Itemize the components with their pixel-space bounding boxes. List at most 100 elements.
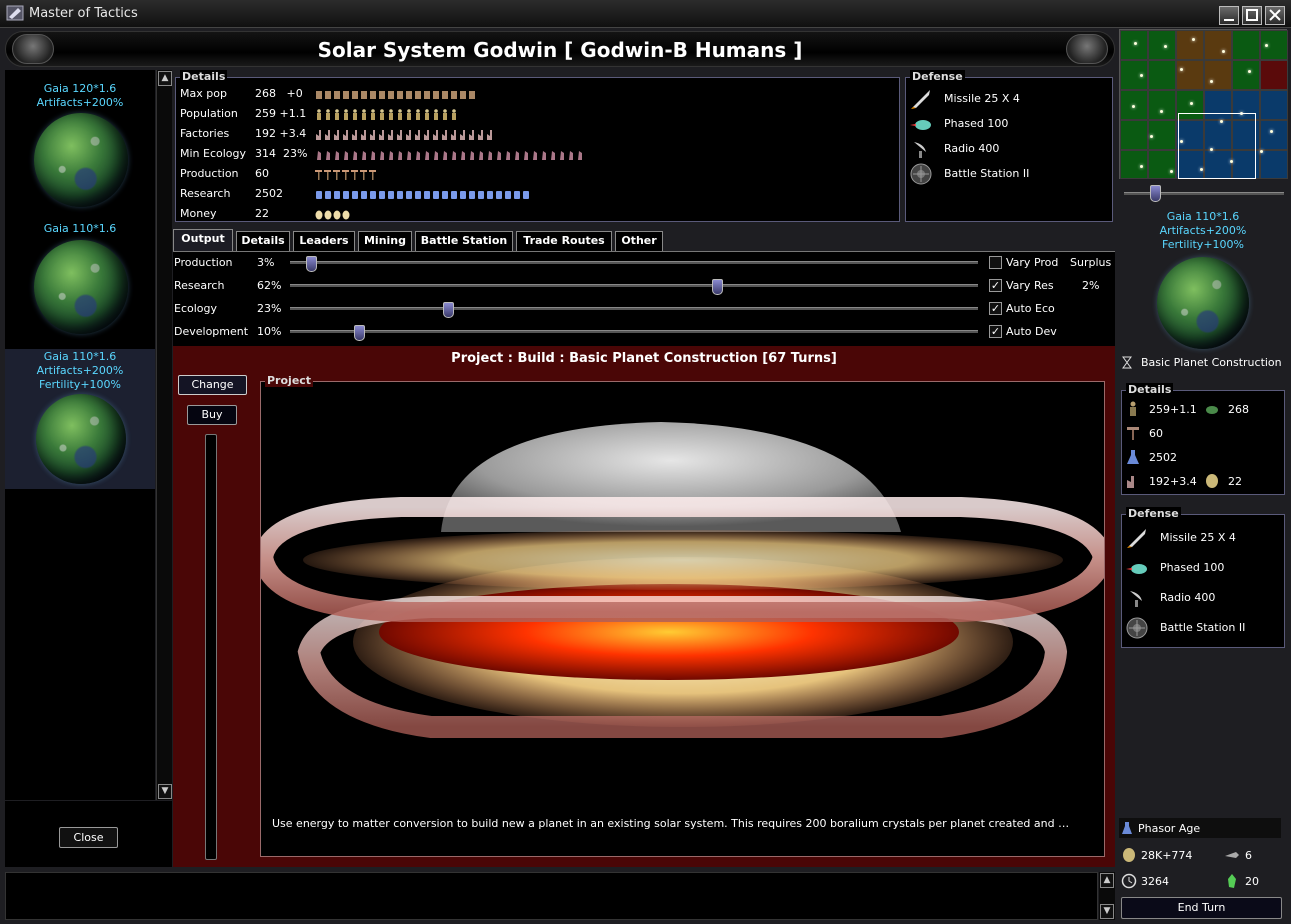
minimap-star[interactable] (1160, 110, 1163, 113)
slider-thumb[interactable] (443, 302, 455, 318)
zoom-slider-thumb[interactable] (1150, 185, 1161, 202)
tab-output[interactable]: Output (173, 229, 233, 251)
tab-trade-routes[interactable]: Trade Routes (516, 231, 612, 251)
minimap-star[interactable] (1150, 135, 1153, 138)
minimap-sector[interactable] (1176, 60, 1204, 90)
slider-track[interactable] (290, 279, 978, 295)
zoom-slider-track[interactable] (1124, 192, 1284, 195)
slider-thumb[interactable] (305, 256, 317, 272)
planet-list-scrollbar[interactable]: ▲ ▼ (156, 70, 172, 800)
slider-track[interactable] (290, 302, 978, 318)
planet-image (34, 240, 128, 334)
slider-checkbox[interactable]: ✓ (989, 302, 1002, 315)
slider-track[interactable] (290, 325, 978, 341)
minimap-sector[interactable] (1260, 120, 1288, 150)
galaxy-minimap[interactable] (1119, 29, 1288, 179)
close-button[interactable]: Close (59, 827, 118, 848)
checkbox-label: Vary Prod (1006, 256, 1059, 269)
minimap-star[interactable] (1180, 68, 1183, 71)
coin-icon (1206, 474, 1218, 488)
scroll-down-button[interactable]: ▼ (1100, 904, 1114, 919)
minimap-sector[interactable] (1120, 150, 1148, 179)
minimize-button[interactable] (1219, 6, 1239, 25)
minimap-sector[interactable] (1148, 150, 1176, 179)
minimap-sector[interactable] (1204, 60, 1232, 90)
empire-resources: 20 (1245, 875, 1259, 888)
minimap-star[interactable] (1140, 165, 1143, 168)
minimap-sector[interactable] (1260, 90, 1288, 120)
minimap-star[interactable] (1164, 45, 1167, 48)
minimap-sector[interactable] (1176, 30, 1204, 60)
scroll-up-button[interactable]: ▲ (158, 71, 172, 86)
radar-dish-icon (914, 142, 926, 158)
minimap-star[interactable] (1190, 102, 1193, 105)
defense-label: Defense (910, 70, 965, 83)
minimap-star[interactable] (1192, 38, 1195, 41)
change-button[interactable]: Change (178, 375, 247, 395)
tab-mining[interactable]: Mining (358, 231, 412, 251)
minimap-star[interactable] (1270, 130, 1273, 133)
surplus-value: Surplus (1070, 256, 1112, 269)
minimap-sector[interactable] (1120, 60, 1148, 90)
maximize-button[interactable] (1242, 6, 1262, 25)
output-slider-row: Ecology 23% ✓ Auto Eco (173, 298, 1115, 320)
minimap-star[interactable] (1248, 70, 1251, 73)
tab-details[interactable]: Details (236, 231, 290, 251)
planet-list-item[interactable]: Gaia 120*1.6 Artifacts+200% (5, 82, 155, 222)
system-title: Solar System Godwin [ Godwin-B Humans ] (317, 38, 803, 62)
minimap-sector[interactable] (1260, 150, 1288, 179)
defense-item-label: Radio 400 (1160, 591, 1216, 604)
minimap-sector[interactable] (1232, 30, 1260, 60)
defense-item-label: Battle Station II (1160, 621, 1246, 634)
minimap-star[interactable] (1132, 105, 1135, 108)
slider-thumb[interactable] (353, 325, 365, 341)
end-turn-button[interactable]: End Turn (1121, 897, 1282, 919)
close-icon (1269, 9, 1281, 21)
buy-button[interactable]: Buy (187, 405, 237, 425)
tab-leaders[interactable]: Leaders (293, 231, 355, 251)
header-right-knob[interactable] (1066, 34, 1108, 64)
slider-checkbox[interactable] (989, 256, 1002, 269)
minimap-star[interactable] (1140, 74, 1143, 77)
tab-battle-station[interactable]: Battle Station (415, 231, 513, 251)
planet-bonus: Artifacts+200% (1159, 224, 1247, 237)
minimap-star[interactable] (1210, 80, 1213, 83)
minimap-star[interactable] (1134, 42, 1137, 45)
slider-thumb[interactable] (711, 279, 723, 295)
minimap-sector[interactable] (1204, 30, 1232, 60)
minimap-sector[interactable] (1120, 30, 1148, 60)
minimap-sector[interactable] (1148, 90, 1176, 120)
factory-icon (316, 130, 492, 140)
treasury-icon (1123, 848, 1135, 862)
slider-checkbox[interactable]: ✓ (989, 325, 1002, 338)
minimap-star[interactable] (1170, 170, 1173, 173)
defense-item-label: Missile 25 X 4 (944, 92, 1020, 105)
slider-percent: 3% (257, 256, 275, 269)
minimap-star[interactable] (1222, 50, 1225, 53)
minimap-sector[interactable] (1120, 120, 1148, 150)
minimap-sector[interactable] (1148, 60, 1176, 90)
scroll-down-button[interactable]: ▼ (158, 784, 172, 799)
scroll-up-button[interactable]: ▲ (1100, 873, 1114, 888)
project-image (261, 422, 1104, 738)
minimap-sector[interactable] (1260, 60, 1288, 90)
tab-other[interactable]: Other (615, 231, 663, 251)
slider-label: Production (174, 256, 233, 269)
slider-checkbox[interactable]: ✓ (989, 279, 1002, 292)
details-label: Details (180, 70, 228, 83)
stat-population: 259+1.1 (1149, 403, 1197, 416)
minimap-sector[interactable] (1148, 30, 1176, 60)
message-scrollbar[interactable]: ▲ ▼ (1099, 872, 1115, 920)
buy-slider[interactable] (205, 434, 217, 860)
slider-track[interactable] (290, 256, 978, 272)
slider-percent: 62% (257, 279, 282, 292)
close-window-button[interactable] (1265, 6, 1285, 25)
minimap-viewport[interactable] (1178, 113, 1256, 179)
planet-list-item-selected[interactable]: Gaia 110*1.6 Artifacts+200% Fertility+10… (5, 349, 155, 489)
minimap-star[interactable] (1260, 150, 1263, 153)
planet-list-item[interactable]: Gaia 110*1.6 (5, 222, 155, 362)
tech-age: Phasor Age (1119, 818, 1281, 838)
minimap-star[interactable] (1265, 44, 1268, 47)
planet-bonus: Artifacts+200% (36, 96, 124, 109)
minimap-sector[interactable] (1232, 60, 1260, 90)
